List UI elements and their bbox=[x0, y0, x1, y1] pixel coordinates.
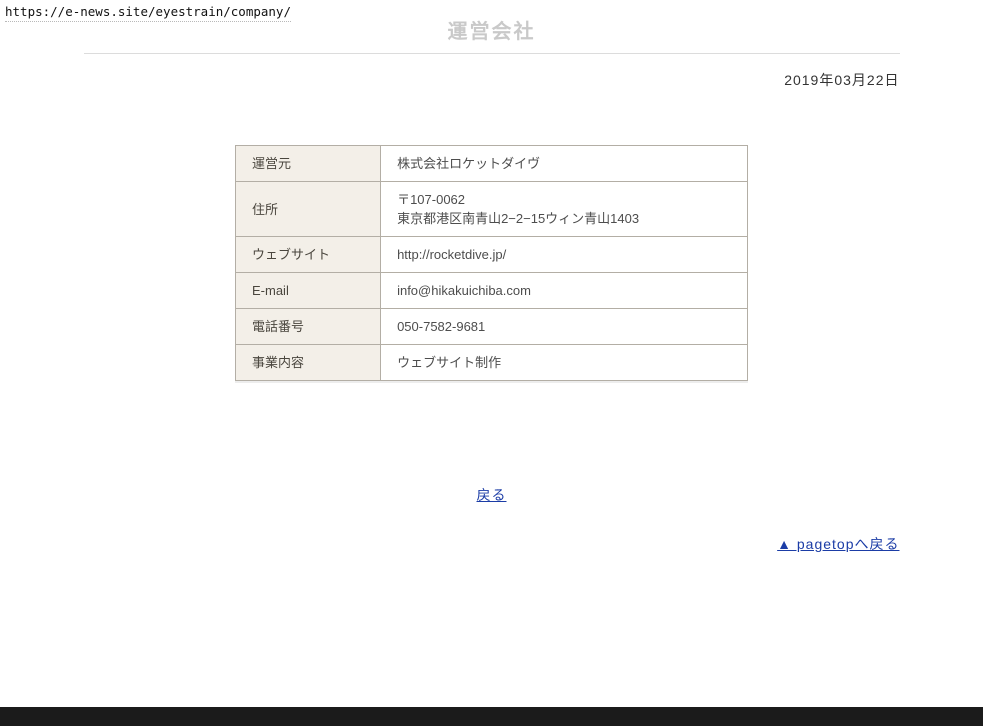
row-value: 050-7582-9681 bbox=[381, 309, 748, 345]
page: https://e-news.site/eyestrain/company/ 運… bbox=[0, 0, 983, 726]
row-value-line: http://rocketdive.jp/ bbox=[397, 245, 731, 264]
row-value: 株式会社ロケットダイヴ bbox=[381, 146, 748, 182]
row-value-line: 〒107-0062 bbox=[397, 190, 731, 209]
row-value-line: info@hikakuichiba.com bbox=[397, 281, 731, 300]
row-value-line: 株式会社ロケットダイヴ bbox=[397, 154, 731, 173]
pagetop-link[interactable]: ▲ pagetopへ戻る bbox=[777, 536, 899, 552]
back-link[interactable]: 戻る bbox=[477, 487, 507, 503]
row-label: ウェブサイト bbox=[236, 237, 381, 273]
row-label: 事業内容 bbox=[236, 345, 381, 381]
row-label: 電話番号 bbox=[236, 309, 381, 345]
table-row-business: 事業内容 ウェブサイト制作 bbox=[236, 345, 748, 381]
footer-bar bbox=[0, 707, 983, 726]
row-label: 住所 bbox=[236, 182, 381, 237]
table-row-website: ウェブサイト http://rocketdive.jp/ bbox=[236, 237, 748, 273]
row-value: ウェブサイト制作 bbox=[381, 345, 748, 381]
row-value: http://rocketdive.jp/ bbox=[381, 237, 748, 273]
title-divider bbox=[84, 53, 900, 54]
row-value-line: ウェブサイト制作 bbox=[397, 353, 731, 372]
date-label: 2019年03月22日 bbox=[84, 70, 900, 90]
company-info-table: 運営元 株式会社ロケットダイヴ 住所 〒107-0062 東京都港区南青山2−2… bbox=[235, 145, 748, 381]
row-label: 運営元 bbox=[236, 146, 381, 182]
content-area: 運営会社 2019年03月22日 運営元 株式会社ロケットダイヴ 住所 〒107… bbox=[84, 0, 900, 554]
back-link-container: 戻る bbox=[84, 485, 900, 505]
pagetop-link-container: ▲ pagetopへ戻る bbox=[84, 534, 900, 554]
row-label: E-mail bbox=[236, 273, 381, 309]
table-row-address: 住所 〒107-0062 東京都港区南青山2−2−15ウィン青山1403 bbox=[236, 182, 748, 237]
row-value-line: 東京都港区南青山2−2−15ウィン青山1403 bbox=[397, 209, 731, 228]
row-value: info@hikakuichiba.com bbox=[381, 273, 748, 309]
page-url-overlay: https://e-news.site/eyestrain/company/ bbox=[5, 4, 291, 22]
row-value-line: 050-7582-9681 bbox=[397, 317, 731, 336]
row-value: 〒107-0062 東京都港区南青山2−2−15ウィン青山1403 bbox=[381, 182, 748, 237]
table-row-phone: 電話番号 050-7582-9681 bbox=[236, 309, 748, 345]
table-row-operator: 運営元 株式会社ロケットダイヴ bbox=[236, 146, 748, 182]
table-row-email: E-mail info@hikakuichiba.com bbox=[236, 273, 748, 309]
